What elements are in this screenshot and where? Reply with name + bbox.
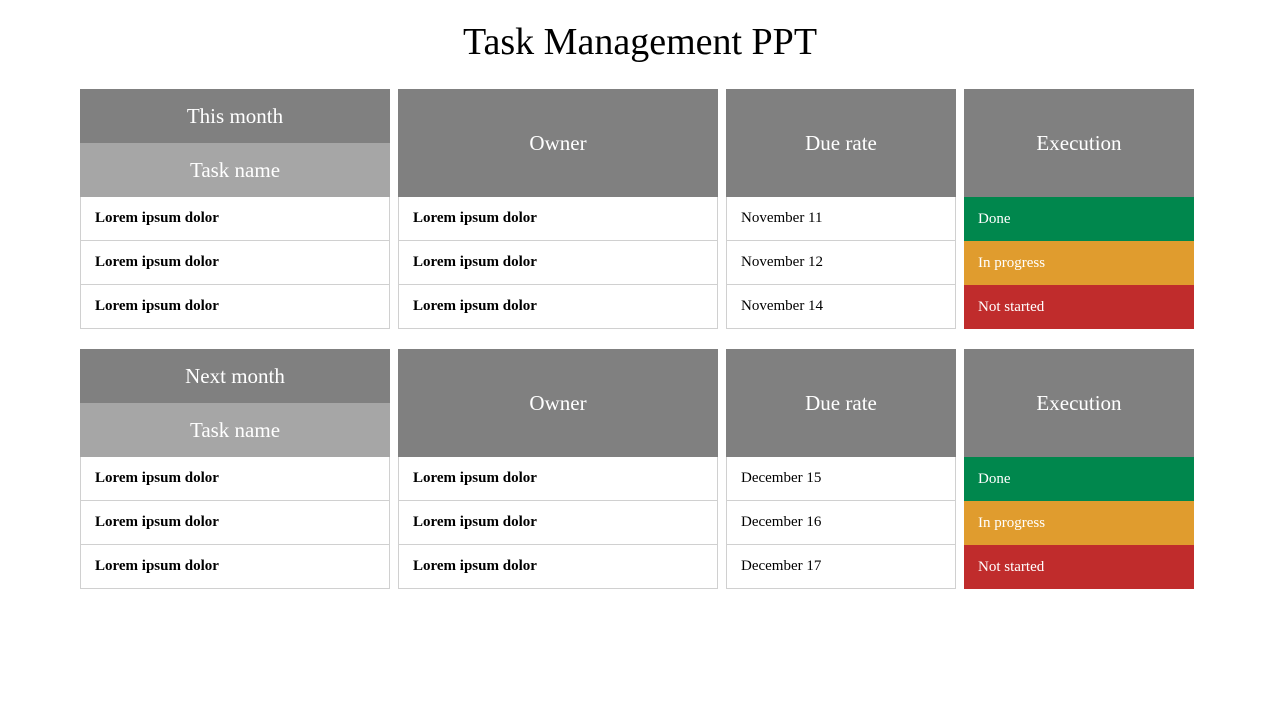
due-cell: December 15 — [726, 457, 956, 501]
status-in-progress: In progress — [964, 501, 1194, 545]
due-cell: November 14 — [726, 285, 956, 329]
section-this-month: This month Task name Lorem ipsum dolor L… — [80, 89, 1200, 329]
month-header: This month — [80, 89, 390, 143]
execution-column: Execution Done In progress Not started — [964, 349, 1194, 589]
due-header: Due rate — [726, 89, 956, 197]
owner-cell: Lorem ipsum dolor — [398, 501, 718, 545]
task-cell: Lorem ipsum dolor — [80, 501, 390, 545]
owner-header: Owner — [398, 89, 718, 197]
owner-cell: Lorem ipsum dolor — [398, 545, 718, 589]
due-cell: November 11 — [726, 197, 956, 241]
owner-cell: Lorem ipsum dolor — [398, 285, 718, 329]
section-next-month: Next month Task name Lorem ipsum dolor L… — [80, 349, 1200, 589]
task-column: Next month Task name Lorem ipsum dolor L… — [80, 349, 390, 589]
status-done: Done — [964, 197, 1194, 241]
due-cell: December 17 — [726, 545, 956, 589]
due-column: Due rate November 11 November 12 Novembe… — [726, 89, 956, 329]
task-cell: Lorem ipsum dolor — [80, 285, 390, 329]
status-not-started: Not started — [964, 545, 1194, 589]
task-cell: Lorem ipsum dolor — [80, 241, 390, 285]
month-header: Next month — [80, 349, 390, 403]
status-done: Done — [964, 457, 1194, 501]
task-cell: Lorem ipsum dolor — [80, 457, 390, 501]
due-column: Due rate December 15 December 16 Decembe… — [726, 349, 956, 589]
execution-header: Execution — [964, 349, 1194, 457]
taskname-header: Task name — [80, 403, 390, 457]
taskname-header: Task name — [80, 143, 390, 197]
due-header: Due rate — [726, 349, 956, 457]
task-cell: Lorem ipsum dolor — [80, 197, 390, 241]
task-column: This month Task name Lorem ipsum dolor L… — [80, 89, 390, 329]
task-cell: Lorem ipsum dolor — [80, 545, 390, 589]
execution-column: Execution Done In progress Not started — [964, 89, 1194, 329]
due-cell: December 16 — [726, 501, 956, 545]
owner-cell: Lorem ipsum dolor — [398, 457, 718, 501]
due-cell: November 12 — [726, 241, 956, 285]
status-not-started: Not started — [964, 285, 1194, 329]
owner-column: Owner Lorem ipsum dolor Lorem ipsum dolo… — [398, 349, 718, 589]
page-title: Task Management PPT — [80, 20, 1200, 64]
owner-column: Owner Lorem ipsum dolor Lorem ipsum dolo… — [398, 89, 718, 329]
execution-header: Execution — [964, 89, 1194, 197]
owner-cell: Lorem ipsum dolor — [398, 197, 718, 241]
status-in-progress: In progress — [964, 241, 1194, 285]
owner-cell: Lorem ipsum dolor — [398, 241, 718, 285]
owner-header: Owner — [398, 349, 718, 457]
